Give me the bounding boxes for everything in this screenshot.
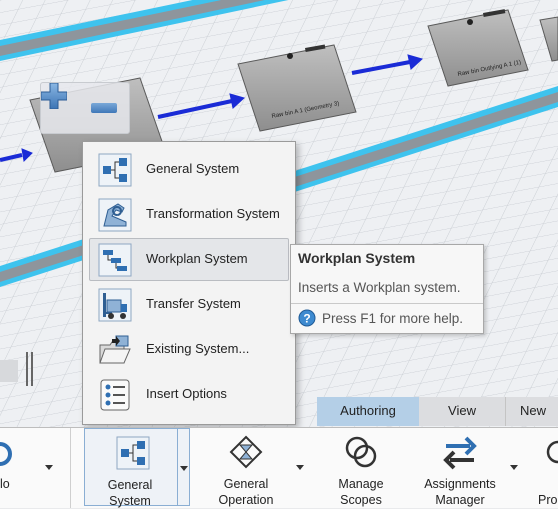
menu-item-label: Existing System... [146,341,250,356]
zoom-in-icon[interactable] [41,83,67,109]
general-system-button[interactable]: General System [84,428,190,508]
tab-view[interactable]: View [419,397,505,426]
existing-system-icon [99,335,131,364]
menu-item-transfer-system[interactable]: Transfer System [89,283,289,326]
partial-tool-icon [546,440,558,464]
general-system-icon [116,436,150,470]
insert-options-icon [100,379,130,411]
zoom-controls [40,82,130,134]
ribbon-tab-strip: Authoring View New [317,397,558,426]
manage-scopes-button[interactable]: Manage Scopes [318,428,404,508]
help-icon: ? [298,309,316,327]
dropdown-arrow-icon[interactable] [45,465,53,470]
transformation-system-icon [98,198,132,232]
swap-arrows-icon [443,436,477,470]
splitter-right-icon [31,352,33,386]
tab-label: Authoring [340,403,396,418]
insert-system-menu: General System Transformation System Wor… [82,141,296,425]
tooltip-description: Inserts a Workplan system. [298,280,461,295]
ribbon-button-label: General System [107,478,153,508]
ribbon-button-label: lo [0,477,10,491]
menu-item-label: Transformation System [146,206,280,221]
menu-item-existing-system[interactable]: Existing System... [89,328,289,371]
transfer-system-icon [98,288,132,322]
tooltip-divider [291,303,483,304]
ribbon-button-label: General Operation [218,477,274,507]
ribbon-button-label: Pro [538,493,558,507]
menu-item-insert-options[interactable]: Insert Options [89,373,289,416]
tooltip-help-text: Press F1 for more help. [322,311,464,326]
general-system-icon [98,153,132,187]
dropdown-arrow-icon[interactable] [510,465,518,470]
tooltip-title: Workplan System [298,250,416,266]
menu-item-workplan-system[interactable]: Workplan System [89,238,289,281]
tab-new[interactable]: New [505,397,558,426]
ribbon-button-label: Assignments Manager [424,477,496,507]
ribbon-button-label: Manage Scopes [338,477,384,507]
ribbon-button-right-partial[interactable]: Pro [528,428,558,508]
menu-item-label: Transfer System [146,296,241,311]
tab-label: View [448,403,476,418]
split-divider [177,429,178,505]
dropdown-arrow-icon[interactable] [180,466,188,471]
workplan-system-tooltip: Workplan System Inserts a Workplan syste… [290,244,484,334]
tab-authoring[interactable]: Authoring [317,397,419,426]
general-operation-button[interactable]: General Operation [200,428,310,508]
circle-tool-icon [0,442,12,466]
menu-item-transformation-system[interactable]: Transformation System [89,193,289,236]
dropdown-arrow-icon[interactable] [296,465,304,470]
workplan-system-icon [98,243,132,277]
ribbon-button-left-partial[interactable]: lo [0,428,71,508]
menu-item-general-system[interactable]: General System [89,148,289,191]
menu-item-label: General System [146,161,240,176]
assignments-manager-button[interactable]: Assignments Manager [410,428,518,508]
scopes-icon [345,436,377,468]
splitter-left-icon[interactable] [26,352,28,386]
viewport-side-panel [0,360,18,382]
tab-label: New [520,403,547,418]
menu-item-label: Insert Options [146,386,227,401]
zoom-out-icon[interactable] [91,103,117,113]
svg-text:?: ? [303,312,310,326]
ribbon-toolbar: lo General System General Operation Mana… [0,427,558,508]
hourglass-icon [229,435,263,469]
menu-item-label: Workplan System [146,251,248,266]
